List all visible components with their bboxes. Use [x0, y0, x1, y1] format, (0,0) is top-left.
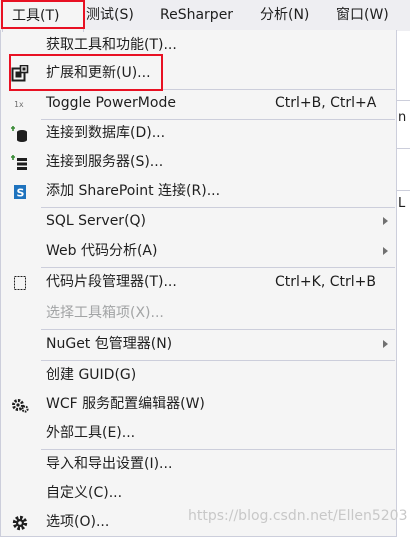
menu-item-label: 代码片段管理器(T)...: [46, 274, 177, 290]
menu-item-label: 自定义(C)...: [46, 485, 123, 501]
menu-resharper[interactable]: ReSharper: [160, 0, 233, 31]
background-text: n: [398, 110, 407, 125]
menu-item-get-tools[interactable]: 获取工具和功能(T)...: [1, 31, 396, 60]
menu-item-label: 获取工具和功能(T)...: [46, 37, 177, 53]
menu-item-connect-server[interactable]: 连接到服务器(S)...: [1, 148, 396, 177]
menu-tools[interactable]: 工具(T): [2, 0, 84, 32]
menu-item-nuget[interactable]: NuGet 包管理器(N): [1, 330, 396, 359]
menu-item-toggle-powermode[interactable]: 1x Toggle PowerMode Ctrl+B, Ctrl+A: [1, 89, 396, 118]
menu-test[interactable]: 测试(S): [86, 0, 134, 31]
svg-text:1x: 1x: [14, 100, 24, 109]
menu-analyze[interactable]: 分析(N): [260, 0, 309, 31]
snippet-icon: [11, 274, 29, 292]
menu-item-label: WCF 服务配置编辑器(W): [46, 396, 205, 412]
submenu-arrow-icon: [383, 217, 388, 225]
powermode-icon: 1x: [11, 95, 29, 113]
menu-item-label: 添加 SharePoint 连接(R)...: [46, 183, 221, 199]
menu-item-import-export-settings[interactable]: 导入和导出设置(I)...: [1, 450, 396, 479]
menu-item-label: 外部工具(E)...: [46, 425, 136, 441]
background-text: L: [398, 196, 406, 211]
menu-item-choose-toolbox-items: 选择工具箱项(X)...: [1, 299, 396, 328]
menu-item-label: NuGet 包管理器(N): [46, 336, 173, 352]
gear-icon: [11, 514, 29, 532]
menu-bar: 工具(T) 测试(S) ReSharper 分析(N) 窗口(W): [0, 0, 410, 32]
menu-item-wcf-editor[interactable]: WCF 服务配置编辑器(W): [1, 390, 396, 419]
menu-item-label: 连接到数据库(D)...: [46, 125, 166, 141]
menu-item-label: 选择工具箱项(X)...: [46, 305, 164, 321]
watermark: https://blog.csdn.net/Ellen5203: [188, 508, 408, 524]
menu-item-label: Toggle PowerMode: [46, 95, 176, 111]
menu-item-sql-server[interactable]: SQL Server(Q): [1, 207, 396, 236]
svg-text:S: S: [17, 187, 25, 200]
submenu-arrow-icon: [383, 340, 388, 348]
server-connect-icon: [11, 154, 29, 172]
menu-item-label: SQL Server(Q): [46, 213, 147, 229]
tools-dropdown-menu: 获取工具和功能(T)... 扩展和更新(U)... 1x Toggle Powe…: [0, 30, 397, 537]
menu-item-customize[interactable]: 自定义(C)...: [1, 479, 396, 508]
menu-item-connect-database[interactable]: 连接到数据库(D)...: [1, 119, 396, 148]
menu-item-shortcut: Ctrl+B, Ctrl+A: [275, 95, 377, 111]
menu-item-label: 选项(O)...: [46, 514, 110, 530]
menu-item-sharepoint[interactable]: S 添加 SharePoint 连接(R)...: [1, 177, 396, 206]
menu-window[interactable]: 窗口(W): [336, 0, 389, 31]
menu-item-label: 连接到服务器(S)...: [46, 154, 164, 170]
submenu-arrow-icon: [383, 247, 388, 255]
sharepoint-icon: S: [11, 183, 29, 201]
menu-item-shortcut: Ctrl+K, Ctrl+B: [275, 274, 376, 290]
extensions-icon: [11, 64, 29, 83]
menu-item-create-guid[interactable]: 创建 GUID(G): [1, 361, 396, 390]
menu-item-label: 创建 GUID(G): [46, 367, 137, 383]
menu-item-label: Web 代码分析(A): [46, 243, 158, 259]
menu-item-external-tools[interactable]: 外部工具(E)...: [1, 419, 396, 448]
wcf-gear-icon: [11, 396, 29, 414]
database-connect-icon: [11, 125, 29, 143]
menu-item-extensions[interactable]: 扩展和更新(U)...: [1, 59, 396, 88]
menu-item-label: 导入和导出设置(I)...: [46, 456, 173, 472]
menu-item-web-code-analysis[interactable]: Web 代码分析(A): [1, 237, 396, 266]
menu-item-snippet-manager[interactable]: 代码片段管理器(T)... Ctrl+K, Ctrl+B: [1, 268, 396, 297]
menu-item-label: 扩展和更新(U)...: [46, 65, 151, 81]
